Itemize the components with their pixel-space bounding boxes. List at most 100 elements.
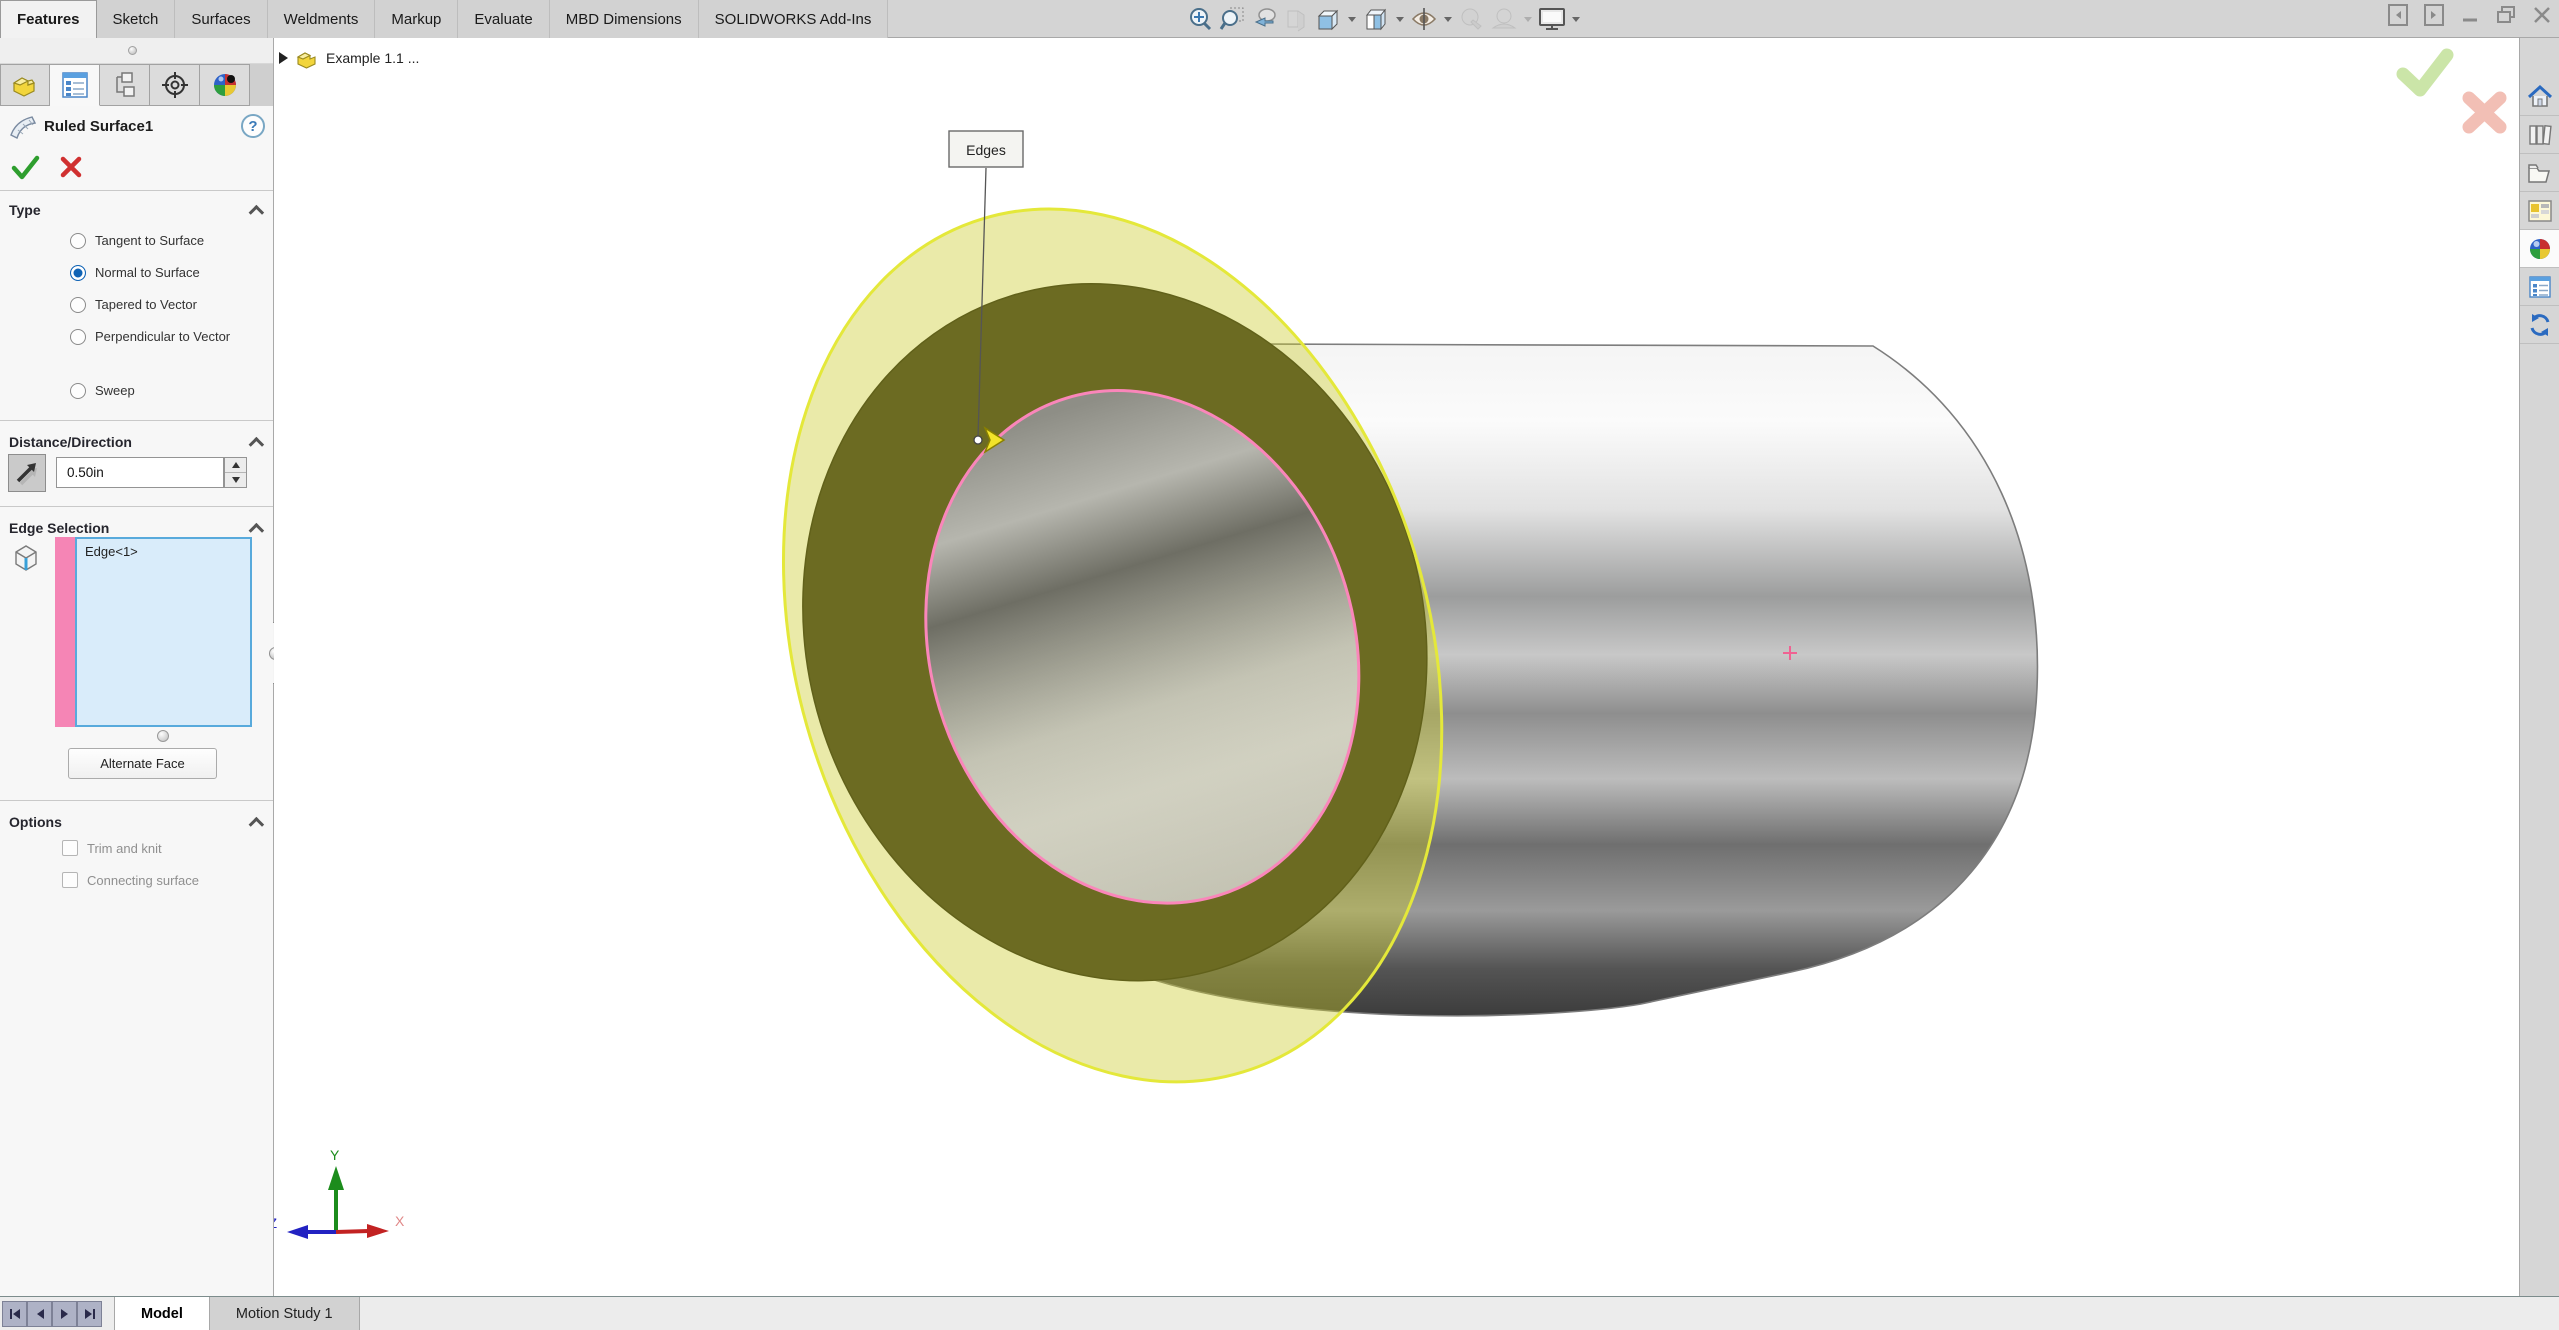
bottom-tab-bar: Model Motion Study 1 [0,1296,2559,1330]
close-button[interactable] [2531,4,2553,26]
manager-tabs [0,64,273,106]
divider [0,420,273,421]
restore-button[interactable] [2495,4,2517,26]
3d-model-canvas[interactable]: Edges Y X Z [274,38,2519,1296]
hide-show-items-caret[interactable] [1444,16,1452,22]
tab-dimxpert-manager[interactable] [150,64,200,106]
radio-perpendicular-to-vector[interactable]: Perpendicular to Vector [70,329,255,345]
edges-callout[interactable]: Edges [948,130,1024,168]
tab-property-manager[interactable] [50,64,100,106]
tab-weldments[interactable]: Weldments [267,0,376,38]
tab-configuration-manager[interactable] [100,64,150,106]
divider [0,800,273,801]
edges-callout-label: Edges [966,142,1006,158]
tab-motion-study-1[interactable]: Motion Study 1 [209,1297,360,1330]
radio-tapered-to-vector[interactable]: Tapered to Vector [70,297,197,313]
tab-sketch[interactable]: Sketch [96,0,176,38]
apply-scene-icon [1489,4,1519,34]
appearances-sphere-icon [2529,238,2550,259]
section-view-icon [1281,4,1311,34]
checkbox-trim-and-knit[interactable]: Trim and knit [62,840,162,856]
list-resize-handle[interactable] [157,730,169,742]
tab-surfaces[interactable]: Surfaces [175,0,268,38]
radio-circle[interactable] [70,297,86,313]
reverse-direction-button[interactable] [8,454,46,492]
triangle-down-icon [231,476,240,483]
radio-circle[interactable] [70,329,86,345]
property-manager-icon [61,72,88,98]
distance-input[interactable]: 0.50in [56,457,224,488]
design-library-icon [2528,124,2552,145]
tab-solidworks-addins[interactable]: SOLIDWORKS Add-Ins [698,0,889,38]
radio-circle-selected[interactable] [70,265,86,281]
solidworks-resources-button[interactable] [2520,306,2559,344]
tab-evaluate[interactable]: Evaluate [458,0,550,38]
radio-tangent-to-surface[interactable]: Tangent to Surface [70,233,204,249]
feature-header: Ruled Surface1 ? [0,106,273,146]
ruled-surface-icon [10,116,36,139]
spin-down-button[interactable] [225,473,246,488]
confirm-row [0,146,273,188]
confirm-ok-corner[interactable] [2396,48,2454,97]
previous-study-button[interactable] [27,1301,52,1327]
home-button[interactable] [2520,78,2559,116]
radio-sweep[interactable]: Sweep [70,383,135,399]
previous-view-icon[interactable] [1249,4,1279,34]
solidworks-window: Features Sketch Surfaces Weldments Marku… [0,0,2559,1330]
radio-circle[interactable] [70,233,86,249]
study-nav-buttons [0,1297,102,1330]
checkbox-box[interactable] [62,872,78,888]
checkbox-connecting-surface[interactable]: Connecting surface [62,872,199,888]
tab-mbd-dimensions[interactable]: MBD Dimensions [549,0,699,38]
alternate-face-button[interactable]: Alternate Face [68,748,217,779]
options-section-title: Options [9,814,62,830]
z-axis-label: Z [274,1215,277,1231]
edge-selection-list[interactable]: Edge<1> [75,537,252,727]
radio-normal-to-surface[interactable]: Normal to Surface [70,265,200,281]
collapse-pane-right-icon[interactable] [2423,4,2445,26]
display-style-icon[interactable] [1361,4,1391,34]
divider [0,190,273,191]
zoom-to-area-icon[interactable] [1217,4,1247,34]
collapse-pane-left-icon[interactable] [2387,4,2409,26]
design-library-button[interactable] [2520,116,2559,154]
view-orientation-caret[interactable] [1348,16,1356,22]
part-icon [12,77,35,97]
view-settings-icon[interactable] [1537,4,1567,34]
radio-circle[interactable] [70,383,86,399]
zoom-to-fit-icon[interactable] [1185,4,1215,34]
checkbox-box[interactable] [62,840,78,856]
folder-icon [2527,163,2550,183]
view-orientation-icon[interactable] [1313,4,1343,34]
ok-button[interactable] [10,153,40,181]
command-manager-bar: Features Sketch Surfaces Weldments Marku… [0,0,2559,38]
tab-features[interactable]: Features [0,0,97,38]
distance-section-header: Distance/Direction [0,428,273,456]
tab-model[interactable]: Model [114,1297,210,1330]
panel-collapse-handle[interactable] [128,46,137,55]
help-button[interactable]: ? [241,114,265,138]
apply-scene-caret [1524,16,1532,22]
file-explorer-button[interactable] [2520,154,2559,192]
cancel-button[interactable] [58,154,84,180]
minimize-button[interactable] [2459,4,2481,26]
edge-cube-icon [10,542,42,579]
first-study-button[interactable] [2,1301,27,1327]
tab-feature-manager[interactable] [0,64,50,106]
confirm-cancel-corner[interactable] [2462,91,2507,134]
list-item-edge1[interactable]: Edge<1> [85,544,138,559]
custom-properties-button[interactable] [2520,268,2559,306]
tab-markup[interactable]: Markup [375,0,459,38]
spin-up-button[interactable] [225,458,246,473]
command-manager-tabs: Features Sketch Surfaces Weldments Marku… [0,0,889,38]
hide-show-items-icon[interactable] [1409,4,1439,34]
last-study-button[interactable] [77,1301,102,1327]
next-study-button[interactable] [52,1301,77,1327]
graphics-viewport[interactable]: Example 1.1 ... Edges Y X [274,38,2519,1296]
appearances-button[interactable] [2520,230,2559,268]
selection-color-bar [55,537,75,727]
tab-display-manager[interactable] [200,64,250,106]
view-palette-button[interactable] [2520,192,2559,230]
display-style-caret[interactable] [1396,16,1404,22]
view-settings-caret[interactable] [1572,16,1580,22]
